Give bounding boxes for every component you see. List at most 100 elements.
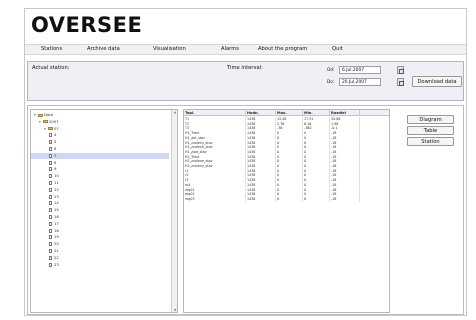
tree-item[interactable]: 4: [31, 132, 56, 138]
tree-item[interactable]: 15: [31, 207, 59, 213]
tree-item[interactable]: 18: [31, 228, 59, 234]
column-header[interactable]: Hodn.: [246, 110, 276, 116]
time-interval-label: Time interval:: [227, 65, 263, 71]
file-icon: [49, 242, 52, 247]
menu-visualisation[interactable]: Visualisation: [153, 46, 186, 52]
download-data-button[interactable]: Download data: [412, 76, 462, 87]
file-icon: [49, 262, 52, 267]
menu-archive-data[interactable]: Archive data: [87, 46, 120, 52]
tree-item[interactable]: 22: [31, 255, 59, 261]
tree-item-label: 2007: [49, 118, 59, 124]
scroll-up-icon[interactable]: ▲: [173, 110, 177, 114]
file-icon: [49, 140, 52, 145]
file-icon: [49, 147, 52, 151]
table-button[interactable]: Table: [407, 126, 454, 135]
main-panel: ▾ Data ▾ 2007 ▾ 07 4 5 6 7 8 9 10 11 12 13 14 15 16 17 18 19 2…: [27, 105, 464, 315]
date-tree: ▾ Data ▾ 2007 ▾ 07 4 5 6 7 8 9 10 11 12 13 14 15 16 17 18 19 2…: [30, 109, 178, 313]
tree-item[interactable]: 11: [31, 180, 59, 186]
data-table: Tepl. Hodn. Max. Min. Rozdiel T1 1438 15.4…: [183, 109, 390, 313]
tree-item-label: 16: [54, 214, 59, 219]
tree-folder[interactable]: ▾ 07: [31, 126, 59, 132]
file-icon: [49, 194, 52, 199]
menu-quit[interactable]: Quit: [332, 46, 343, 52]
file-icon: [49, 181, 52, 185]
tree-folder[interactable]: ▾ Data: [31, 112, 53, 118]
table-cell: reg03: [184, 196, 246, 202]
tree-item-label: 07: [54, 125, 59, 131]
file-icon: [49, 228, 52, 233]
app-window: OVERSEE Stations Archive data Visualisat…: [24, 8, 467, 316]
tree-item[interactable]: 8: [31, 160, 56, 166]
tree-item[interactable]: 6: [31, 146, 56, 152]
tree-item-label: 12: [54, 186, 59, 192]
tree-item[interactable]: 5: [31, 139, 56, 145]
tree-item[interactable]: 13: [31, 194, 59, 200]
menu-alarms[interactable]: Alarms: [221, 46, 239, 52]
column-header[interactable]: Max.: [276, 110, 303, 116]
tree-item-label: 13: [54, 193, 59, 199]
tree-item-label: 22: [54, 254, 59, 260]
calendar-icon[interactable]: [397, 66, 404, 74]
tree-item[interactable]: 10: [31, 173, 59, 179]
menu-stations[interactable]: Stations: [41, 46, 62, 52]
logo-text: OVERSEE: [31, 13, 143, 37]
menu-bar: Stations Archive data Visualisation Alar…: [25, 44, 466, 55]
file-icon: [49, 167, 52, 172]
tree-item[interactable]: 23: [31, 262, 59, 268]
from-date-field[interactable]: 6.Jul.2007: [339, 66, 381, 74]
tree-scrollbar[interactable]: ▲ ▼: [171, 110, 177, 312]
tree-item[interactable]: 16: [31, 214, 59, 220]
file-icon: [49, 221, 52, 226]
file-icon: [49, 249, 52, 253]
tree-item-label: 7: [54, 152, 57, 158]
to-date-field[interactable]: 20.Jul.2007: [339, 78, 381, 86]
diagram-button[interactable]: Diagram: [407, 115, 454, 124]
folder-icon: [43, 120, 48, 124]
tree-item[interactable]: 17: [31, 221, 59, 227]
column-header[interactable]: Rozdiel: [330, 110, 360, 116]
tree-item-label: Data: [44, 112, 54, 117]
tree-item-label: 10: [54, 173, 59, 179]
tree-item[interactable]: 14: [31, 200, 59, 206]
tree-item[interactable]: 7: [31, 152, 169, 159]
file-icon: [49, 235, 52, 240]
tree-item-label: 6: [54, 146, 57, 151]
tree-item[interactable]: 21: [31, 248, 59, 254]
table-cell: 0: [276, 196, 303, 202]
file-icon: [49, 160, 52, 165]
tree-item[interactable]: 19: [31, 234, 59, 240]
menu-about[interactable]: About the program: [258, 46, 307, 52]
tree-item-label: 21: [54, 248, 59, 253]
controls-panel: Actual station: Time interval: Od: 6.Jul…: [27, 61, 464, 101]
calendar-icon[interactable]: [397, 78, 404, 86]
tree-item[interactable]: 9: [31, 166, 56, 172]
folder-icon: [48, 127, 53, 131]
tree-folder[interactable]: ▾ 2007: [31, 119, 59, 125]
to-label: Do:: [327, 79, 335, 84]
column-header[interactable]: Min.: [303, 110, 330, 116]
tree-item[interactable]: 20: [31, 241, 59, 247]
from-label: Od:: [327, 67, 335, 72]
file-icon: [49, 215, 52, 219]
scroll-down-icon[interactable]: ▼: [173, 308, 177, 312]
tree-item-label: 20: [54, 241, 59, 247]
tree-item-label: 14: [54, 200, 59, 206]
tree-item-label: 11: [54, 180, 59, 185]
column-header[interactable]: Tepl.: [184, 110, 246, 116]
station-button[interactable]: Station: [407, 137, 454, 146]
tree-item-label: 17: [54, 220, 59, 226]
tree-item-label: 15: [54, 207, 59, 213]
tree-item[interactable]: 12: [31, 187, 59, 193]
file-icon: [49, 201, 52, 206]
table-cell: -18: [330, 196, 360, 202]
tree-item-label: 5: [54, 139, 57, 145]
tree-item-label: 18: [54, 227, 59, 233]
table-row[interactable]: reg03 1438 0 0 -18: [184, 196, 389, 202]
app-logo: OVERSEE: [31, 12, 142, 38]
table-header: Tepl. Hodn. Max. Min. Rozdiel: [184, 110, 389, 116]
file-icon: [49, 208, 52, 213]
actual-station-label: Actual station:: [32, 65, 70, 71]
tree-item-label: 9: [54, 166, 57, 172]
file-icon: [49, 255, 52, 260]
file-icon: [49, 174, 52, 179]
